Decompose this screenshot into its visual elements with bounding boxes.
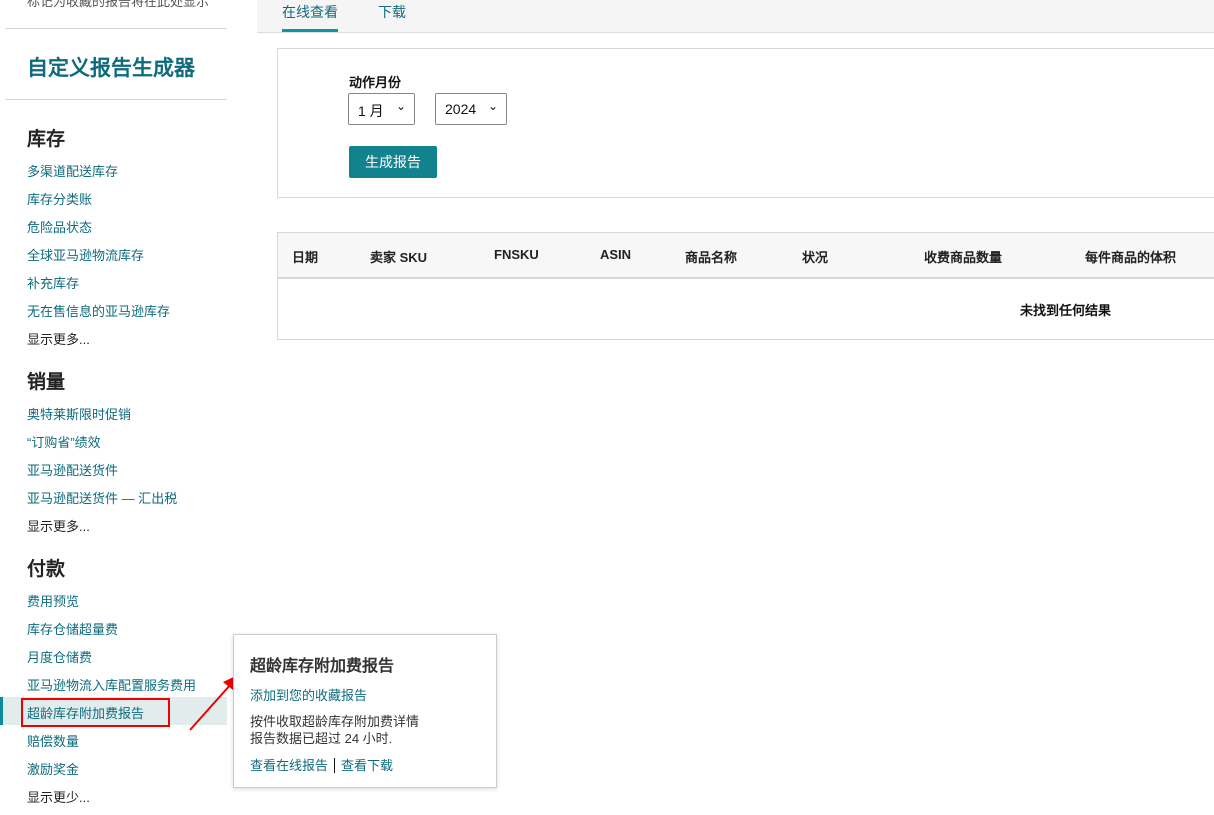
column-header: 卖家 SKU: [370, 250, 428, 265]
sidebar-item[interactable]: 危险品状态: [27, 217, 92, 236]
sidebar-item[interactable]: “订购省”绩效: [27, 432, 101, 451]
sidebar-item[interactable]: 赔偿数量: [27, 731, 79, 750]
column-header: FNSKU: [494, 247, 539, 262]
column-header: 状况: [802, 250, 829, 265]
show-more-link[interactable]: 显示更多...: [27, 329, 90, 348]
sidebar-item[interactable]: 月度仓储费: [27, 647, 92, 666]
month-label: 动作月份: [349, 75, 402, 90]
generate-report-button[interactable]: 生成报告: [349, 146, 437, 178]
column-header: ASIN: [600, 247, 632, 262]
view-download-link[interactable]: 查看下载: [341, 758, 393, 773]
tab-view-online[interactable]: 在线查看: [282, 2, 338, 32]
column-header: 商品名称: [685, 250, 738, 265]
sidebar-item[interactable]: 全球亚马逊物流库存: [27, 245, 144, 264]
favorites-note: 标记为收藏的报告将在此处显示: [27, 0, 210, 9]
show-less-link[interactable]: 显示更少...: [27, 787, 90, 806]
chevron-down-icon: ⌄: [487, 99, 498, 113]
section-heading-inventory: 库存: [27, 129, 66, 150]
sidebar-item[interactable]: 亚马逊物流入库配置服务费用: [27, 675, 196, 694]
divider: [5, 28, 227, 29]
sidebar-item[interactable]: 库存仓储超量费: [27, 619, 118, 638]
report-form: 动作月份 1 月 ⌄ 2024 ⌄ 生成报告: [277, 48, 1214, 198]
sidebar-item[interactable]: 奥特莱斯限时促销: [27, 404, 131, 423]
table-header: 日期 卖家 SKU FNSKU ASIN 商品名称 状况 收费商品数量 每件商品…: [278, 233, 1214, 279]
show-more-link[interactable]: 显示更多...: [27, 516, 90, 535]
results-table: 日期 卖家 SKU FNSKU ASIN 商品名称 状况 收费商品数量 每件商品…: [277, 232, 1214, 340]
section-heading-sales: 销量: [27, 372, 66, 393]
tab-bar: 在线查看 下载: [257, 0, 1214, 33]
sidebar-item[interactable]: 多渠道配送库存: [27, 161, 118, 180]
description-line: 报告数据已超过 24 小时.: [250, 731, 393, 746]
column-header: 每件商品的体积: [1085, 250, 1177, 265]
sidebar-item[interactable]: 亚马逊配送货件 — 汇出税: [27, 488, 177, 507]
popover-links: 查看在线报告 查看下载: [250, 755, 393, 774]
sidebar-title: 自定义报告生成器: [27, 57, 195, 80]
report-popover: 超龄库存附加费报告 添加到您的收藏报告 按件收取超龄库存附加费详情 报告数据已超…: [233, 634, 497, 788]
view-online-report-link[interactable]: 查看在线报告: [250, 758, 328, 773]
sidebar-item[interactable]: 补充库存: [27, 273, 79, 292]
divider: [5, 99, 227, 100]
sidebar-item[interactable]: 库存分类账: [27, 189, 92, 208]
section-heading-payments: 付款: [27, 559, 66, 580]
highlight-box: [21, 698, 170, 727]
column-header: 收费商品数量: [924, 250, 1003, 265]
sidebar-item[interactable]: 激励奖金: [27, 759, 79, 778]
chevron-down-icon: ⌄: [395, 99, 406, 113]
year-value: 2024: [445, 101, 477, 117]
empty-message: 未找到任何结果: [1020, 303, 1112, 318]
year-select[interactable]: 2024 ⌄: [435, 93, 507, 125]
sidebar-item[interactable]: 无在售信息的亚马逊库存: [27, 301, 170, 320]
description-line: 按件收取超龄库存附加费详情: [250, 714, 420, 729]
divider: [334, 758, 336, 773]
month-value: 1 月: [358, 103, 384, 119]
sidebar-item[interactable]: 费用预览: [27, 591, 79, 610]
month-select[interactable]: 1 月 ⌄: [348, 93, 415, 125]
add-to-favorites-link[interactable]: 添加到您的收藏报告: [250, 685, 367, 704]
tab-download[interactable]: 下载: [378, 2, 406, 22]
popover-description: 按件收取超龄库存附加费详情 报告数据已超过 24 小时.: [250, 713, 419, 747]
sidebar-item[interactable]: 亚马逊配送货件: [27, 460, 118, 479]
popover-title: 超龄库存附加费报告: [250, 658, 395, 675]
column-header: 日期: [292, 250, 319, 265]
